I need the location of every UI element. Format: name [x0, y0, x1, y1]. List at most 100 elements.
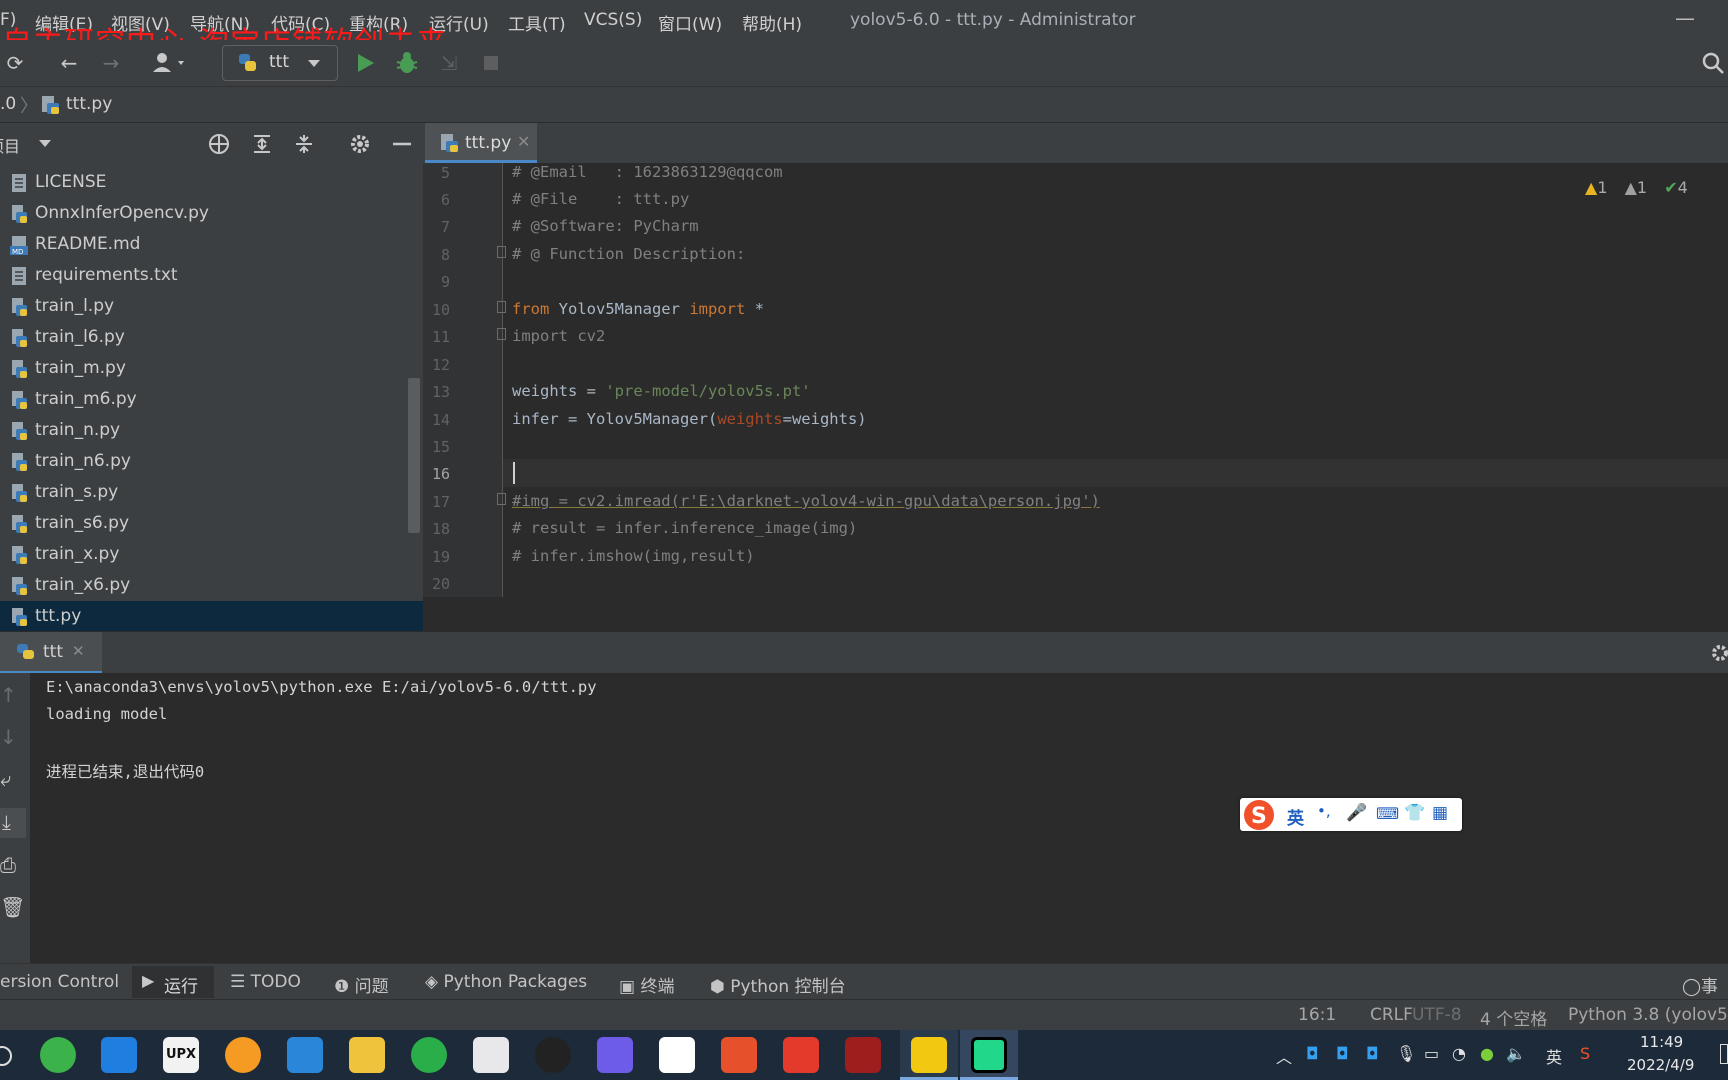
python-interpreter[interactable]: Python 3.8 (yolov5): [1568, 1005, 1728, 1025]
clock-time[interactable]: 11:49: [1640, 1033, 1683, 1051]
tab-python-console[interactable]: ⬢ Python 控制台: [710, 972, 846, 997]
puzzle-app-icon[interactable]: [721, 1037, 757, 1073]
menu-tools[interactable]: 工具(T): [508, 10, 566, 35]
wrap-icon[interactable]: ⤶: [0, 767, 11, 791]
microphone-icon[interactable]: 🎤: [1346, 803, 1367, 823]
feishu-icon[interactable]: [597, 1037, 633, 1073]
tab-terminal[interactable]: ▣ 终端: [619, 972, 674, 997]
tray-app-icon[interactable]: ◘: [1306, 1044, 1319, 1063]
tray-app-icon[interactable]: ●: [1480, 1044, 1494, 1063]
file-encoding[interactable]: UTF-8: [1412, 1005, 1462, 1025]
fold-marker[interactable]: [497, 328, 506, 340]
trash-icon[interactable]: 🗑: [0, 895, 25, 919]
tree-item-train-n6[interactable]: train_n6.py: [0, 446, 423, 477]
media-app-icon[interactable]: [783, 1037, 819, 1073]
down-arrow-icon[interactable]: ↓: [0, 725, 17, 749]
tree-item-readme[interactable]: MD README.md: [0, 229, 423, 260]
project-panel-title[interactable]: 项目: [0, 133, 20, 157]
search-icon[interactable]: [1700, 50, 1726, 76]
collapse-all-icon[interactable]: [292, 132, 316, 156]
inspection-widget[interactable]: ▲1 ▲1 ✔4: [1585, 178, 1688, 200]
toolbox-icon[interactable]: ▦: [1432, 803, 1448, 823]
tree-item-onnxinferopencv[interactable]: OnnxInferOpencv.py: [0, 198, 423, 229]
tab-python-packages[interactable]: ◈ Python Packages: [425, 972, 587, 992]
network-app-icon[interactable]: [659, 1037, 695, 1073]
clock-date[interactable]: 2022/4/9: [1627, 1056, 1694, 1074]
headphones-app-icon[interactable]: [225, 1037, 261, 1073]
breadcrumb-file[interactable]: ttt.py: [66, 94, 112, 114]
ime-toolbar[interactable]: S 英 •, 🎤 ⌨ 👕 ▦: [1240, 798, 1462, 831]
tree-item-train-s6[interactable]: train_s6.py: [0, 508, 423, 539]
tab-run[interactable]: ▶ 运行: [132, 966, 214, 998]
tree-item-license[interactable]: LICENSE: [0, 167, 423, 198]
battery-icon[interactable]: ▭: [1424, 1044, 1439, 1063]
fold-marker[interactable]: [497, 301, 506, 313]
tree-item-train-l[interactable]: train_l.py: [0, 291, 423, 322]
tab-problems[interactable]: ❶ 问题: [334, 972, 389, 997]
toolbox-app-icon[interactable]: [845, 1037, 881, 1073]
wechat-icon[interactable]: [411, 1037, 447, 1073]
ime-punct[interactable]: •,: [1317, 802, 1331, 820]
breadcrumb-project[interactable]: .0: [0, 94, 16, 114]
qq-icon[interactable]: [535, 1037, 571, 1073]
hide-panel-icon[interactable]: [390, 132, 414, 156]
tab-event-log[interactable]: ◯事: [1682, 972, 1718, 997]
back-icon[interactable]: ←: [56, 50, 82, 76]
browser-icon[interactable]: [40, 1037, 76, 1073]
gear-icon[interactable]: [1710, 643, 1728, 663]
pycharm-taskbar-button[interactable]: [960, 1030, 1018, 1080]
locate-icon[interactable]: [207, 132, 231, 156]
print-icon[interactable]: ⎙: [0, 853, 16, 877]
microphone-icon[interactable]: 🎙: [1396, 1044, 1416, 1063]
tray-app-icon[interactable]: ◘: [1366, 1044, 1379, 1063]
debug-icon[interactable]: [394, 50, 420, 76]
sogou-tray-icon[interactable]: S: [1580, 1044, 1590, 1063]
cursor-position[interactable]: 16:1: [1298, 1005, 1336, 1025]
menu-window[interactable]: 窗口(W): [658, 10, 722, 35]
chevron-down-icon[interactable]: [38, 139, 52, 148]
user-icon[interactable]: [150, 50, 190, 76]
tab-version-control[interactable]: ersion Control: [0, 972, 119, 992]
run-tab-ttt[interactable]: ttt ✕: [0, 632, 102, 674]
tray-expand-icon[interactable]: ︿: [1276, 1044, 1292, 1068]
file-explorer-icon[interactable]: [349, 1037, 385, 1073]
scroll-to-end-icon[interactable]: ⤓: [0, 808, 26, 838]
stop-icon[interactable]: [478, 50, 504, 76]
tree-item-train-m[interactable]: train_m.py: [0, 353, 423, 384]
skin-icon[interactable]: 👕: [1404, 803, 1425, 823]
gear-icon[interactable]: [348, 132, 372, 156]
app-u-icon[interactable]: [101, 1037, 137, 1073]
tree-item-ttt[interactable]: ttt.py: [0, 601, 423, 632]
menu-help[interactable]: 帮助(H): [742, 10, 802, 35]
keyboard-icon[interactable]: ⌨: [1376, 804, 1399, 823]
notebook-app-icon[interactable]: [287, 1037, 323, 1073]
tree-item-train-x6[interactable]: train_x6.py: [0, 570, 423, 601]
ime-lang[interactable]: 英: [1287, 804, 1304, 829]
tree-item-requirements[interactable]: requirements.txt: [0, 260, 423, 291]
editor-tab-ttt[interactable]: ttt.py ✕: [425, 123, 537, 163]
menu-vcs[interactable]: VCS(S): [584, 10, 642, 30]
tree-item-train-n[interactable]: train_n.py: [0, 415, 423, 446]
run-console-output[interactable]: [30, 673, 1728, 963]
powerbi-taskbar-button[interactable]: [900, 1030, 958, 1080]
indent-setting[interactable]: 4 个空格: [1480, 1005, 1547, 1030]
volume-icon[interactable]: 🔈: [1506, 1044, 1526, 1063]
tray-input-lang[interactable]: 英: [1546, 1044, 1562, 1068]
wifi-icon[interactable]: ◔: [1452, 1044, 1466, 1063]
tree-item-train-x[interactable]: train_x.py: [0, 539, 423, 570]
search-icon[interactable]: [0, 1046, 12, 1066]
upx-icon[interactable]: UPX: [163, 1037, 199, 1073]
notification-icon[interactable]: [1720, 1044, 1728, 1064]
close-icon[interactable]: ✕: [517, 132, 530, 151]
line-separator[interactable]: CRLF: [1370, 1005, 1413, 1025]
tab-todo[interactable]: ☰ TODO: [230, 972, 301, 992]
tree-item-train-s[interactable]: train_s.py: [0, 477, 423, 508]
document-app-icon[interactable]: [473, 1037, 509, 1073]
forward-icon[interactable]: →: [98, 50, 124, 76]
fold-marker[interactable]: [497, 246, 506, 258]
tree-item-train-m6[interactable]: train_m6.py: [0, 384, 423, 415]
run-icon[interactable]: [352, 50, 378, 76]
run-config-select[interactable]: ttt: [222, 45, 338, 81]
close-icon[interactable]: ✕: [72, 642, 85, 660]
minimize-button[interactable]: —: [1670, 6, 1700, 34]
